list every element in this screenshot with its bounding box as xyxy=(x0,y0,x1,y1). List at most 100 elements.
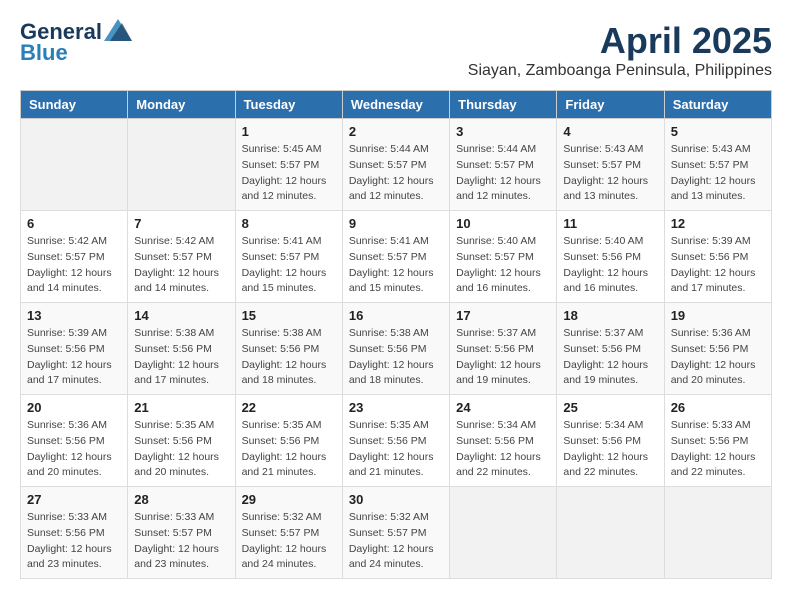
calendar-cell: 20Sunrise: 5:36 AMSunset: 5:56 PMDayligh… xyxy=(21,395,128,487)
day-info: Sunrise: 5:37 AMSunset: 5:56 PMDaylight:… xyxy=(563,326,657,389)
calendar-cell: 10 Sunrise: 5:40 AMSunset: 5:57 PMDayligh… xyxy=(450,211,557,303)
calendar-cell xyxy=(450,487,557,579)
day-info: Sunrise: 5:34 AMSunset: 5:56 PMDaylight:… xyxy=(456,418,550,481)
day-number: 21 xyxy=(134,400,228,415)
day-number: 23 xyxy=(349,400,443,415)
day-info: Sunrise: 5:35 AMSunset: 5:56 PMDaylight:… xyxy=(349,418,443,481)
day-info: Sunrise: 5:33 AMSunset: 5:56 PMDaylight:… xyxy=(671,418,765,481)
day-info: Sunrise: 5:40 AMSunset: 5:56 PMDaylight:… xyxy=(563,234,657,297)
location-title: Siayan, Zamboanga Peninsula, Philippines xyxy=(468,62,772,80)
calendar-cell: 11 Sunrise: 5:40 AMSunset: 5:56 PMDayligh… xyxy=(557,211,664,303)
weekday-header-saturday: Saturday xyxy=(664,91,771,119)
calendar-cell: 1 Sunrise: 5:45 AMSunset: 5:57 PMDaylight… xyxy=(235,119,342,211)
day-number: 9 xyxy=(349,216,443,231)
calendar-cell: 23 Sunrise: 5:35 AMSunset: 5:56 PMDayligh… xyxy=(342,395,449,487)
day-number: 6 xyxy=(27,216,121,231)
day-info: Sunrise: 5:38 AMSunset: 5:56 PMDaylight:… xyxy=(242,326,336,389)
day-number: 10 xyxy=(456,216,550,231)
calendar-cell: 7 Sunrise: 5:42 AMSunset: 5:57 PMDaylight… xyxy=(128,211,235,303)
day-info: Sunrise: 5:41 AMSunset: 5:57 PMDaylight:… xyxy=(242,234,336,297)
day-info: Sunrise: 5:38 AMSunset: 5:56 PMDaylight:… xyxy=(134,326,228,389)
day-info: Sunrise: 5:44 AMSunset: 5:57 PMDaylight:… xyxy=(349,142,443,205)
day-info: Sunrise: 5:43 AMSunset: 5:57 PMDaylight:… xyxy=(671,142,765,205)
day-number: 26 xyxy=(671,400,765,415)
day-number: 25 xyxy=(563,400,657,415)
calendar-cell xyxy=(128,119,235,211)
calendar-cell: 12Sunrise: 5:39 AMSunset: 5:56 PMDayligh… xyxy=(664,211,771,303)
day-info: Sunrise: 5:38 AMSunset: 5:56 PMDaylight:… xyxy=(349,326,443,389)
day-info: Sunrise: 5:32 AMSunset: 5:57 PMDaylight:… xyxy=(242,510,336,573)
calendar-cell: 2 Sunrise: 5:44 AMSunset: 5:57 PMDaylight… xyxy=(342,119,449,211)
day-number: 2 xyxy=(349,124,443,139)
weekday-header-friday: Friday xyxy=(557,91,664,119)
day-info: Sunrise: 5:36 AMSunset: 5:56 PMDaylight:… xyxy=(671,326,765,389)
calendar-cell: 13 Sunrise: 5:39 AMSunset: 5:56 PMDayligh… xyxy=(21,303,128,395)
weekday-header-thursday: Thursday xyxy=(450,91,557,119)
calendar-cell: 30Sunrise: 5:32 AMSunset: 5:57 PMDayligh… xyxy=(342,487,449,579)
calendar-cell xyxy=(21,119,128,211)
day-number: 30 xyxy=(349,492,443,507)
day-info: Sunrise: 5:40 AMSunset: 5:57 PMDaylight:… xyxy=(456,234,550,297)
day-number: 7 xyxy=(134,216,228,231)
calendar-cell: 19 Sunrise: 5:36 AMSunset: 5:56 PMDayligh… xyxy=(664,303,771,395)
day-number: 19 xyxy=(671,308,765,323)
day-info: Sunrise: 5:35 AMSunset: 5:56 PMDaylight:… xyxy=(242,418,336,481)
calendar-cell: 17Sunrise: 5:37 AMSunset: 5:56 PMDayligh… xyxy=(450,303,557,395)
day-number: 4 xyxy=(563,124,657,139)
page-header: General Blue April 2025 Siayan, Zamboang… xyxy=(20,20,772,80)
calendar-cell: 5 Sunrise: 5:43 AMSunset: 5:57 PMDaylight… xyxy=(664,119,771,211)
weekday-header-sunday: Sunday xyxy=(21,91,128,119)
weekday-header-tuesday: Tuesday xyxy=(235,91,342,119)
day-number: 13 xyxy=(27,308,121,323)
day-number: 11 xyxy=(563,216,657,231)
day-info: Sunrise: 5:43 AMSunset: 5:57 PMDaylight:… xyxy=(563,142,657,205)
calendar-cell: 29Sunrise: 5:32 AMSunset: 5:57 PMDayligh… xyxy=(235,487,342,579)
day-info: Sunrise: 5:33 AMSunset: 5:56 PMDaylight:… xyxy=(27,510,121,573)
day-info: Sunrise: 5:44 AMSunset: 5:57 PMDaylight:… xyxy=(456,142,550,205)
day-info: Sunrise: 5:33 AMSunset: 5:57 PMDaylight:… xyxy=(134,510,228,573)
calendar-table: SundayMondayTuesdayWednesdayThursdayFrid… xyxy=(20,90,772,579)
calendar-cell: 4 Sunrise: 5:43 AMSunset: 5:57 PMDaylight… xyxy=(557,119,664,211)
calendar-cell: 27 Sunrise: 5:33 AMSunset: 5:56 PMDayligh… xyxy=(21,487,128,579)
day-number: 14 xyxy=(134,308,228,323)
calendar-cell: 8 Sunrise: 5:41 AMSunset: 5:57 PMDaylight… xyxy=(235,211,342,303)
month-title: April 2025 xyxy=(468,20,772,62)
day-number: 27 xyxy=(27,492,121,507)
day-number: 3 xyxy=(456,124,550,139)
calendar-cell: 26 Sunrise: 5:33 AMSunset: 5:56 PMDayligh… xyxy=(664,395,771,487)
day-number: 16 xyxy=(349,308,443,323)
calendar-cell: 14 Sunrise: 5:38 AMSunset: 5:56 PMDayligh… xyxy=(128,303,235,395)
logo-icon xyxy=(104,19,132,41)
day-number: 17 xyxy=(456,308,550,323)
calendar-cell: 25 Sunrise: 5:34 AMSunset: 5:56 PMDayligh… xyxy=(557,395,664,487)
day-info: Sunrise: 5:39 AMSunset: 5:56 PMDaylight:… xyxy=(27,326,121,389)
day-number: 12 xyxy=(671,216,765,231)
day-info: Sunrise: 5:42 AMSunset: 5:57 PMDaylight:… xyxy=(27,234,121,297)
day-info: Sunrise: 5:42 AMSunset: 5:57 PMDaylight:… xyxy=(134,234,228,297)
calendar-cell: 21 Sunrise: 5:35 AMSunset: 5:56 PMDayligh… xyxy=(128,395,235,487)
calendar-cell: 15 Sunrise: 5:38 AMSunset: 5:56 PMDayligh… xyxy=(235,303,342,395)
calendar-cell: 22Sunrise: 5:35 AMSunset: 5:56 PMDayligh… xyxy=(235,395,342,487)
calendar-cell: 3 Sunrise: 5:44 AMSunset: 5:57 PMDaylight… xyxy=(450,119,557,211)
calendar-cell: 18 Sunrise: 5:37 AMSunset: 5:56 PMDayligh… xyxy=(557,303,664,395)
day-number: 8 xyxy=(242,216,336,231)
calendar-cell xyxy=(557,487,664,579)
day-number: 5 xyxy=(671,124,765,139)
day-number: 24 xyxy=(456,400,550,415)
day-info: Sunrise: 5:35 AMSunset: 5:56 PMDaylight:… xyxy=(134,418,228,481)
logo: General Blue xyxy=(20,20,132,66)
day-info: Sunrise: 5:34 AMSunset: 5:56 PMDaylight:… xyxy=(563,418,657,481)
weekday-header-monday: Monday xyxy=(128,91,235,119)
day-number: 18 xyxy=(563,308,657,323)
calendar-cell: 6 Sunrise: 5:42 AMSunset: 5:57 PMDaylight… xyxy=(21,211,128,303)
calendar-cell: 28 Sunrise: 5:33 AMSunset: 5:57 PMDayligh… xyxy=(128,487,235,579)
day-number: 15 xyxy=(242,308,336,323)
day-number: 28 xyxy=(134,492,228,507)
day-number: 1 xyxy=(242,124,336,139)
title-block: April 2025 Siayan, Zamboanga Peninsula, … xyxy=(468,20,772,80)
day-number: 20 xyxy=(27,400,121,415)
calendar-cell: 16 Sunrise: 5:38 AMSunset: 5:56 PMDayligh… xyxy=(342,303,449,395)
day-info: Sunrise: 5:41 AMSunset: 5:57 PMDaylight:… xyxy=(349,234,443,297)
day-info: Sunrise: 5:45 AMSunset: 5:57 PMDaylight:… xyxy=(242,142,336,205)
weekday-header-wednesday: Wednesday xyxy=(342,91,449,119)
